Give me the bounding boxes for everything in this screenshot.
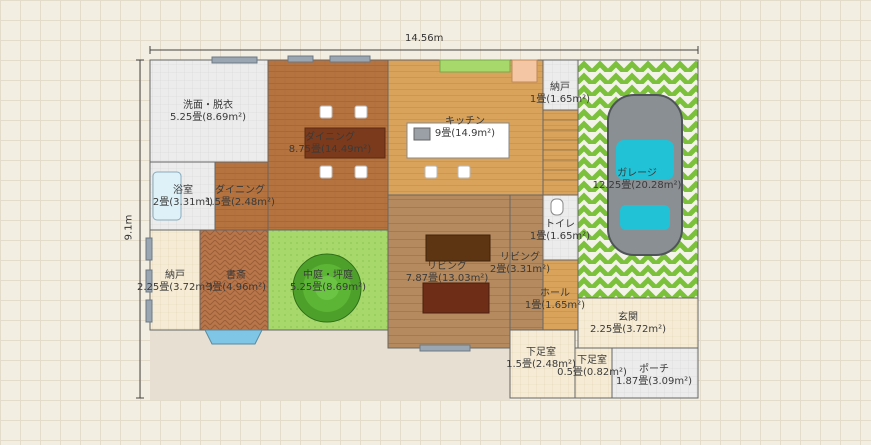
room-label-living-big: リビング 7.87畳(13.03m²) <box>406 261 488 285</box>
room-label-hall: ホール 1畳(1.65m²) <box>525 288 585 312</box>
room-name: ダイニング <box>304 132 355 143</box>
living-table-icon <box>422 282 490 314</box>
room-name: ダイニング <box>214 185 265 196</box>
room-name: 中庭・坪庭 <box>303 270 353 281</box>
room-name: リビング <box>426 261 467 272</box>
room-stairs <box>542 109 579 196</box>
room-name: ポーチ <box>639 364 669 375</box>
room-size: 2.25畳(3.72m²) <box>136 282 214 293</box>
room-name: トイレ <box>545 219 575 230</box>
room-name: 書斎 <box>226 270 246 281</box>
room-name: 洗面・脱衣 <box>183 100 233 111</box>
room-size: 1畳(1.65m²) <box>529 231 591 242</box>
room-name: 玄関 <box>618 312 638 323</box>
room-size: 5.25畳(8.69m²) <box>169 112 247 123</box>
room-label-dining-big: ダイニング 8.75畳(14.49m²) <box>289 132 371 156</box>
room-size: 2.25畳(3.72m²) <box>589 324 667 335</box>
kitchen-counter-top <box>439 59 511 73</box>
room-size: 7.87畳(13.03m²) <box>405 273 489 284</box>
room-label-storage-left: 納戸 2.25畳(3.72m²) <box>137 270 213 294</box>
room-size: 2畳(3.31m²) <box>489 264 551 275</box>
room-label-dining-small: ダイニング 1.5畳(2.48m²) <box>205 185 275 209</box>
room-label-study: 書斎 3畳(4.96m²) <box>206 270 266 294</box>
room-name: ホール <box>540 288 570 299</box>
room-label-wash: 洗面・脱衣 5.25畳(8.69m²) <box>170 100 246 124</box>
fridge-icon <box>511 59 538 83</box>
sink-icon <box>413 127 431 141</box>
room-label-bath: 浴室 2畳(3.31m²) <box>153 185 213 209</box>
room-name: 納戸 <box>165 270 185 281</box>
room-name: 納戸 <box>550 82 570 93</box>
room-size: 9畳(14.9m²) <box>434 128 496 139</box>
room-size: 1.87畳(3.09m²) <box>615 376 693 387</box>
room-size: 12.25畳(20.28m²) <box>592 180 682 191</box>
width-label: 14.56m <box>405 33 444 44</box>
room-size: 1畳(1.65m²) <box>529 94 591 105</box>
room-size: 3畳(4.96m²) <box>205 282 267 293</box>
room-size: 2畳(3.31m²) <box>152 197 214 208</box>
room-label-garage: ガレージ 12.25畳(20.28m²) <box>593 168 682 192</box>
room-size: 5.25畳(8.69m²) <box>289 282 367 293</box>
study-bay-window <box>204 329 263 345</box>
room-name: 浴室 <box>173 185 193 196</box>
room-label-courtyard: 中庭・坪庭 5.25畳(8.69m²) <box>290 270 366 294</box>
room-label-toilet: トイレ 1畳(1.65m²) <box>530 219 590 243</box>
room-name: リビング <box>500 252 540 263</box>
room-label-storage-top: 納戸 1畳(1.65m²) <box>530 82 590 106</box>
room-size: 1畳(1.65m²) <box>524 300 586 311</box>
room-label-porch: ポーチ 1.87畳(3.09m²) <box>616 364 692 388</box>
sofa-icon <box>425 234 491 262</box>
height-label: 9.1m <box>123 214 135 241</box>
room-label-entrance: 玄関 2.25畳(3.72m²) <box>590 312 666 336</box>
room-label-kitchen: キッチン 9畳(14.9m²) <box>435 116 495 140</box>
toilet-icon <box>550 198 564 216</box>
room-name: キッチン <box>445 116 485 127</box>
room-size: 1.5畳(2.48m²) <box>205 197 275 208</box>
room-name: ガレージ <box>617 168 657 179</box>
room-size: 8.75畳(14.49m²) <box>288 144 372 155</box>
room-label-living-small: リビング 2畳(3.31m²) <box>490 252 550 276</box>
